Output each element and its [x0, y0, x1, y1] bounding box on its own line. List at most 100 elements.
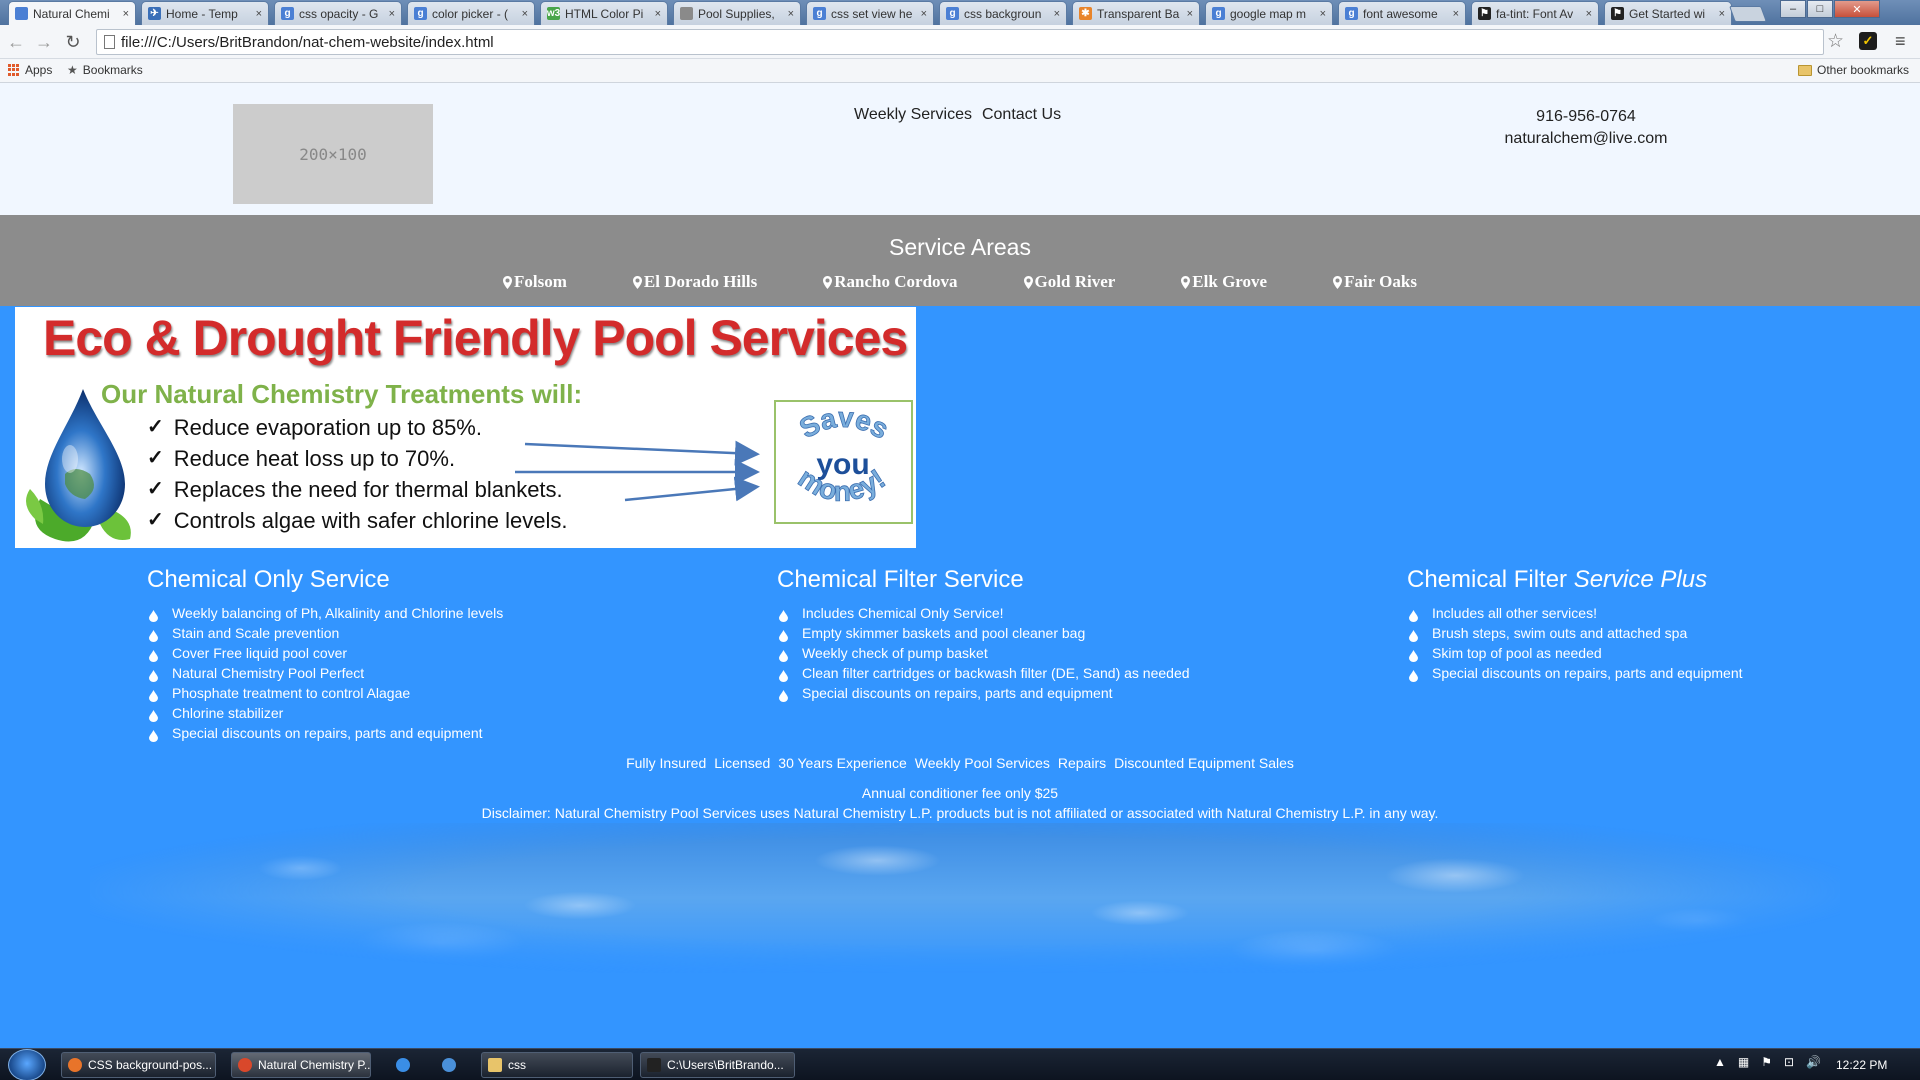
reload-icon[interactable]: ↻	[63, 32, 83, 53]
service-area-item[interactable]: Rancho Cordova	[823, 272, 958, 292]
taskbar-item[interactable]: CSS background-pos...	[61, 1052, 216, 1078]
back-icon[interactable]: ←	[6, 32, 26, 53]
address-bar[interactable]: file:///C:/Users/BritBrandon/nat-chem-we…	[96, 29, 1824, 55]
service-area-item[interactable]: Fair Oaks	[1333, 272, 1417, 292]
tint-icon	[149, 667, 158, 682]
browser-tab[interactable]: g css opacity - G ×	[274, 1, 402, 25]
forward-icon[interactable]: →	[34, 32, 54, 53]
service-item-text: Skim top of pool as needed	[1432, 645, 1602, 661]
tab-label: color picker - (	[432, 6, 509, 21]
tab-close-icon[interactable]: ×	[1719, 8, 1725, 20]
google-icon: g	[946, 7, 959, 20]
browser-tab[interactable]: g google map m ×	[1205, 1, 1333, 25]
map-marker-icon	[1023, 275, 1033, 289]
browser-tab[interactable]: g css set view he ×	[806, 1, 934, 25]
tab-close-icon[interactable]: ×	[123, 8, 129, 20]
apps-grid-icon	[8, 64, 20, 76]
checkmark-icon: ✓	[147, 447, 164, 469]
menu-icon[interactable]: ≡	[1895, 31, 1906, 52]
browser-tab[interactable]: Pool Supplies, ×	[673, 1, 801, 25]
nav-contact-us[interactable]: Contact Us	[982, 106, 1061, 124]
taskbar-item[interactable]	[436, 1052, 466, 1078]
folder-icon	[488, 1058, 502, 1072]
firefox-icon	[68, 1058, 82, 1072]
extension-icon[interactable]: ✓	[1859, 32, 1877, 50]
start-button[interactable]	[8, 1049, 46, 1080]
tab-label: Natural Chemi	[33, 6, 110, 21]
bookmark-star-icon[interactable]: ☆	[1827, 30, 1844, 53]
w3-icon: w3	[546, 7, 561, 20]
tab-close-icon[interactable]: ×	[655, 8, 661, 20]
water-drop-globe-icon	[26, 389, 131, 542]
nav-weekly-services[interactable]: Weekly Services	[854, 106, 972, 124]
service-column-filter-plus: Chemical Filter Service Plus Includes al…	[1407, 566, 1920, 683]
tab-close-icon[interactable]: ×	[256, 8, 262, 20]
tab-close-icon[interactable]: ×	[389, 8, 395, 20]
tab-close-icon[interactable]: ×	[522, 8, 528, 20]
tab-close-icon[interactable]: ×	[1586, 8, 1592, 20]
service-item: Special discounts on repairs, parts and …	[1407, 663, 1920, 683]
service-area-item[interactable]: Elk Grove	[1181, 272, 1267, 292]
benefit-item: ✓ Controls algae with safer chlorine leve…	[147, 505, 568, 536]
volume-icon[interactable]: 🔊	[1806, 1055, 1821, 1069]
apps-bookmark[interactable]: Apps	[8, 63, 52, 77]
windows-icon[interactable]: ▦	[1738, 1055, 1749, 1069]
tint-icon	[149, 687, 158, 702]
maximize-button[interactable]: □	[1807, 0, 1833, 18]
taskbar-item[interactable]: C:\Users\BritBrando...	[640, 1052, 795, 1078]
other-bookmarks[interactable]: Other bookmarks	[1798, 63, 1909, 77]
service-item-text: Brush steps, swim outs and attached spa	[1432, 625, 1688, 641]
browser-tab[interactable]: g font awesome ×	[1338, 1, 1466, 25]
credential-item: 30 Years Experience	[778, 755, 907, 771]
browser-tab[interactable]: Natural Chemi ×	[8, 1, 136, 25]
service-item: Special discounts on repairs, parts and …	[777, 683, 1337, 703]
taskbar-item[interactable]: Natural Chemistry P...	[231, 1052, 371, 1078]
tab-close-icon[interactable]: ×	[1187, 8, 1193, 20]
browser-tab[interactable]: ✈ Home - Temp ×	[141, 1, 269, 25]
taskbar-item[interactable]: css	[481, 1052, 633, 1078]
service-area-item[interactable]: Gold River	[1023, 272, 1115, 292]
email-address[interactable]: naturalchem@live.com	[1450, 128, 1722, 150]
annual-fee-text: Annual conditioner fee only $25	[861, 785, 1059, 801]
minimize-button[interactable]: –	[1780, 0, 1806, 18]
tab-close-icon[interactable]: ×	[1453, 8, 1459, 20]
service-area-item[interactable]: El Dorado Hills	[632, 272, 757, 292]
new-tab-button[interactable]	[1729, 6, 1767, 22]
action-center-flag-icon[interactable]: ⚑	[1761, 1055, 1772, 1069]
benefit-text: Replaces the need for thermal blankets.	[173, 477, 563, 502]
browser-tab[interactable]: w3 HTML Color Pi ×	[540, 1, 668, 25]
tab-close-icon[interactable]: ×	[788, 8, 794, 20]
other-bookmarks-label: Other bookmarks	[1817, 63, 1910, 77]
tab-close-icon[interactable]: ×	[1054, 8, 1060, 20]
browser-tab[interactable]: ⚑ Get Started wi ×	[1604, 1, 1732, 25]
service-item-text: Phosphate treatment to control Alagae	[172, 685, 411, 701]
service-item: Weekly check of pump basket	[777, 643, 1337, 663]
service-area-label: Folsom	[514, 272, 567, 291]
promo-banner: Eco & Drought Friendly Pool Services Our…	[15, 307, 916, 548]
browser-tab[interactable]: g css backgroun ×	[939, 1, 1067, 25]
browser-tab[interactable]: ⚑ fa-tint: Font Av ×	[1471, 1, 1599, 25]
saves-you-money-graphic: Saves you money!	[793, 402, 895, 507]
windows-taskbar: CSS background-pos... Natural Chemistry P…	[0, 1048, 1920, 1080]
bookmarks-bookmark[interactable]: ★ Bookmarks	[67, 63, 143, 77]
checkmark-icon: ✓	[147, 478, 164, 500]
show-hidden-icons-icon[interactable]: ▲	[1714, 1055, 1726, 1069]
close-window-button[interactable]: ✕	[1834, 0, 1880, 18]
tint-icon	[149, 627, 158, 642]
phone-number[interactable]: 916-956-0764	[1450, 106, 1722, 128]
service-column-chemical-filter: Chemical Filter Service Includes Chemica…	[777, 566, 1337, 703]
folder-icon	[1798, 64, 1812, 76]
service-item: Weekly balancing of Ph, Alkalinity and C…	[147, 603, 707, 623]
taskbar-item-label: Natural Chemistry P...	[258, 1058, 371, 1072]
service-area-item[interactable]: Folsom	[503, 272, 567, 292]
service-item-text: Includes all other services!	[1432, 605, 1597, 621]
tab-close-icon[interactable]: ×	[921, 8, 927, 20]
service-item-text: Special discounts on repairs, parts and …	[802, 685, 1113, 701]
browser-tab[interactable]: g color picker - (×	[407, 1, 535, 25]
network-icon[interactable]: ⊡	[1784, 1055, 1794, 1069]
tab-close-icon[interactable]: ×	[1320, 8, 1326, 20]
flag-icon: ⚑	[1478, 7, 1491, 20]
browser-tab[interactable]: ✱ Transparent Ba ×	[1072, 1, 1200, 25]
clock[interactable]: 12:22 PM	[1836, 1058, 1887, 1072]
taskbar-item[interactable]	[390, 1052, 420, 1078]
